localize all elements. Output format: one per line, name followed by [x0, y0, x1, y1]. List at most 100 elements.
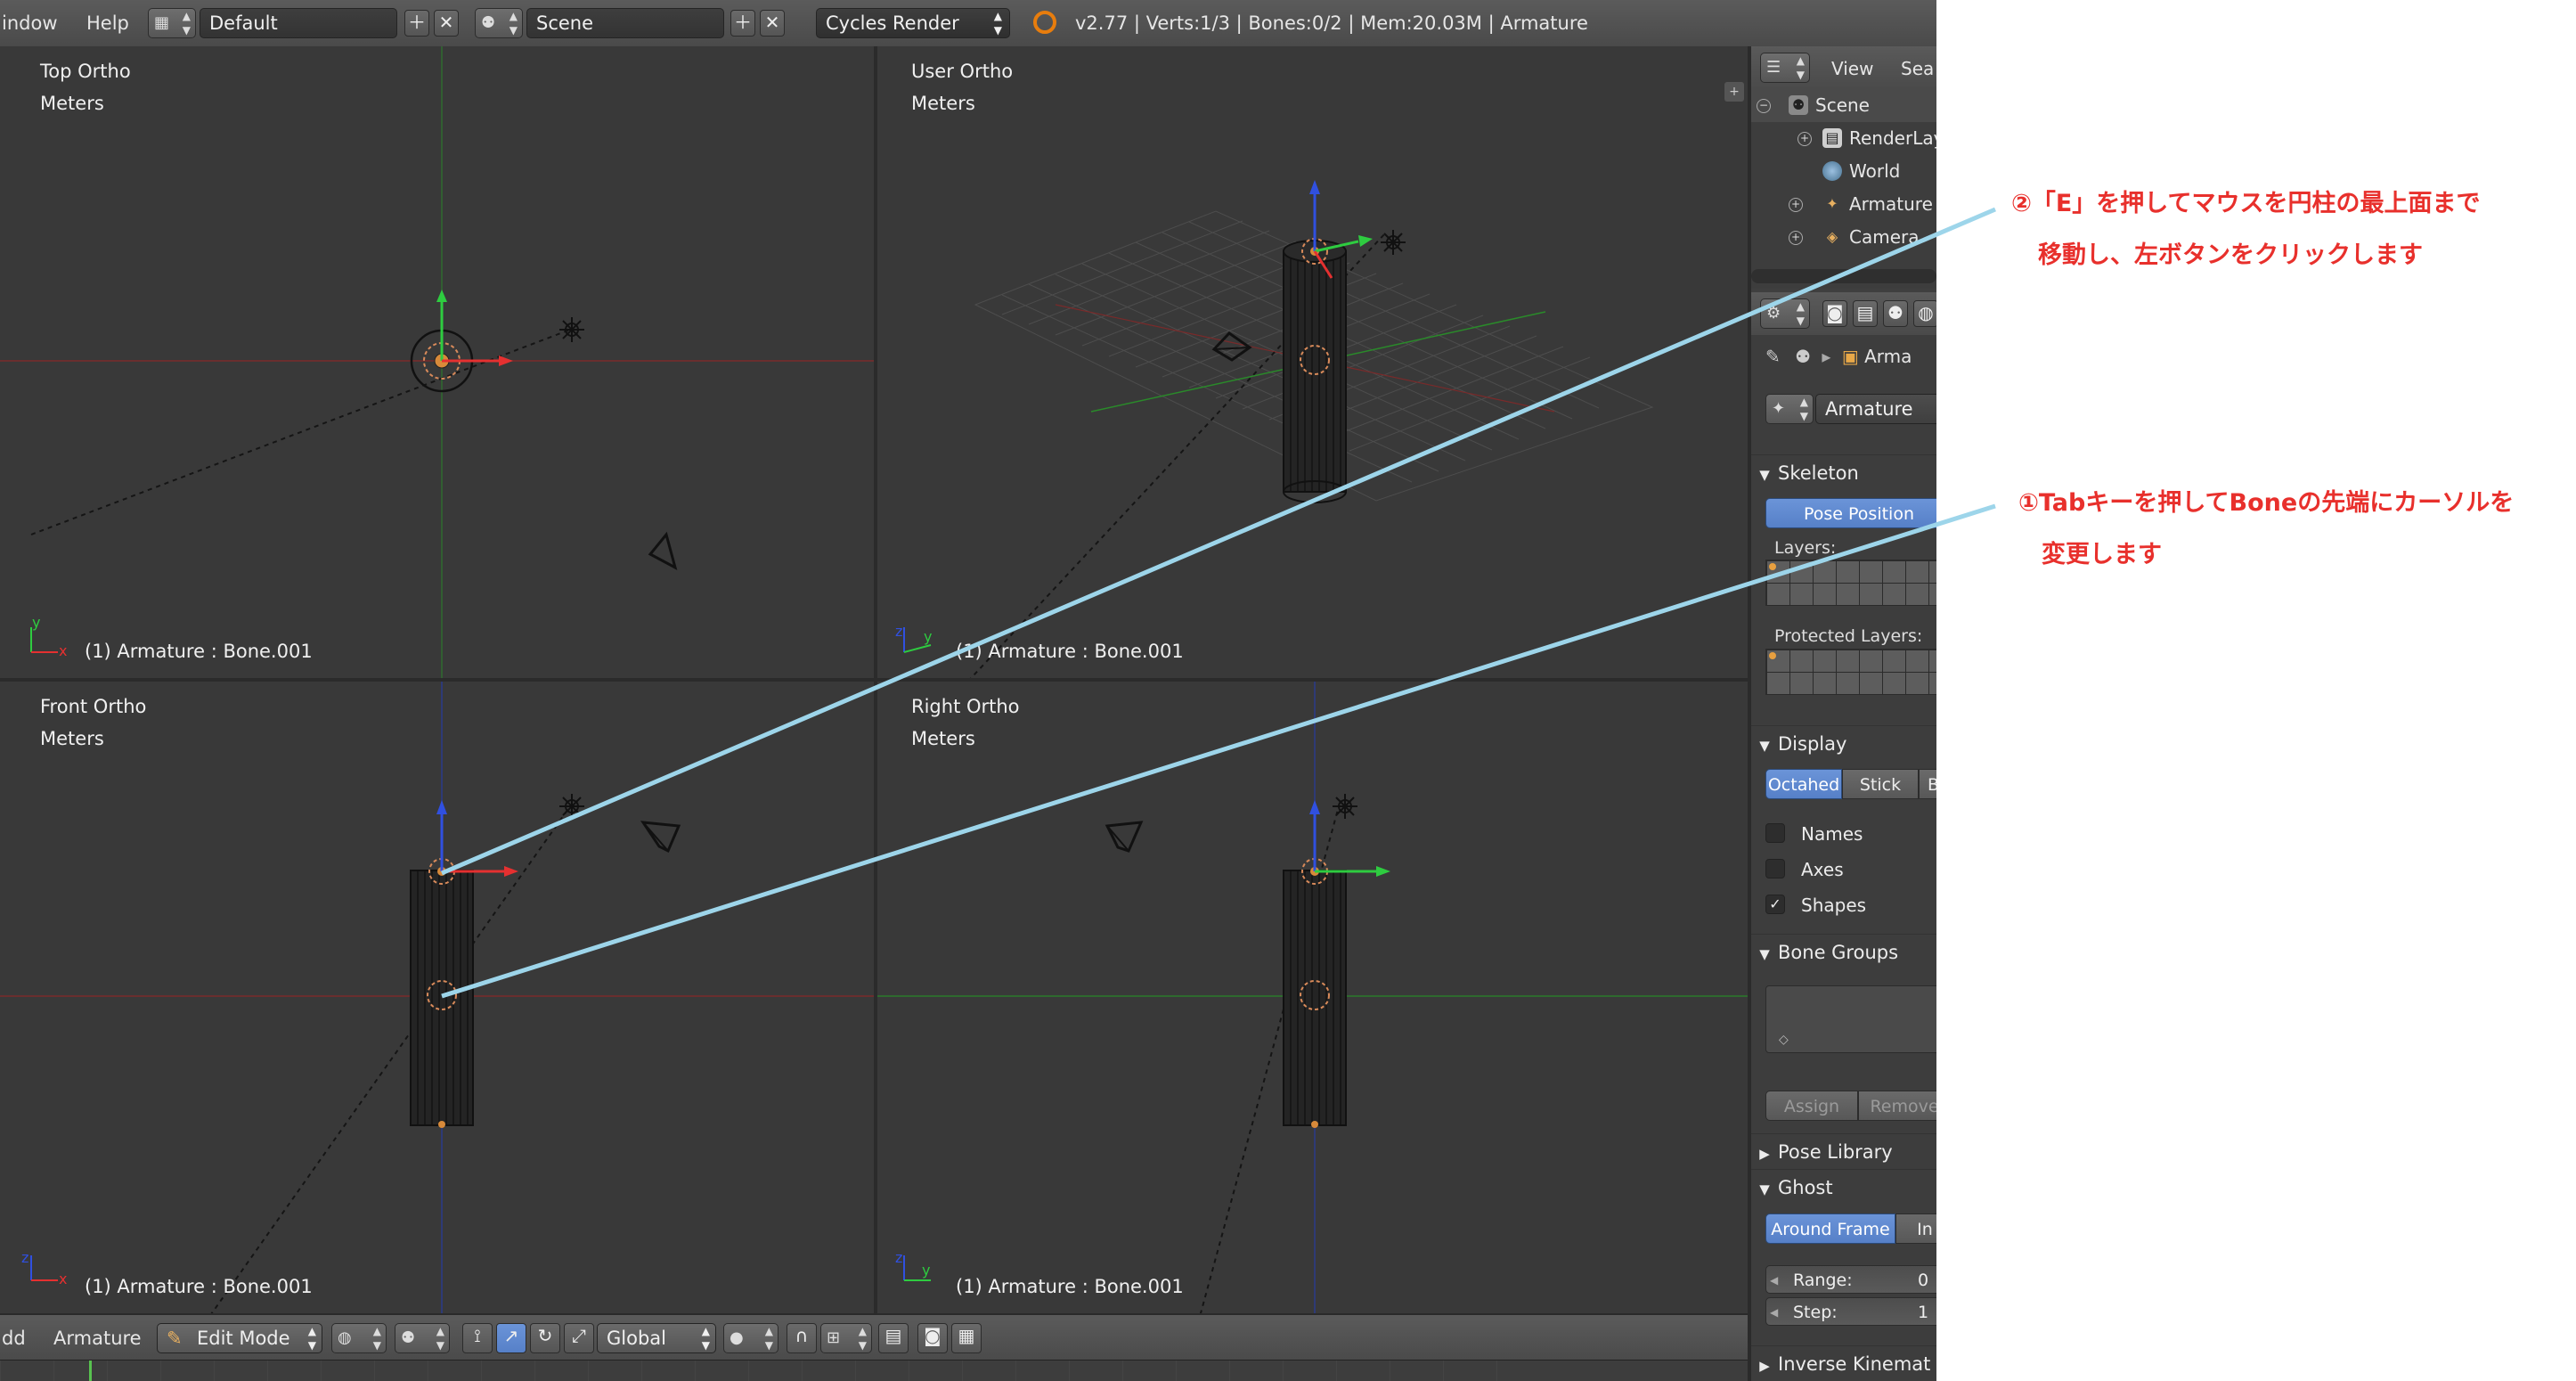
snap-element-select[interactable]: ⊞ ▲ ▼: [820, 1323, 872, 1353]
viewport-right-ortho[interactable]: z y Right Ortho Meters (1) Armature : Bo…: [877, 682, 1748, 1313]
manipulator-toggle-icon[interactable]: ⟟: [462, 1323, 493, 1353]
properties-editor: ⚙ ▲ ▼ ◙ ▤ ⚉ ◍ ✎ ⚉ ▸ ▣ Arma ✦ ▲ ▼ Armature ▼ S…: [1751, 292, 1936, 1381]
protected-layer-dot: [1769, 652, 1776, 659]
pose-position-button[interactable]: Pose Position: [1765, 498, 1936, 528]
pin-icon[interactable]: ✎: [1765, 346, 1781, 367]
delete-layout-button[interactable]: ✕: [434, 10, 459, 37]
armature-data-icon: ✦: [1772, 399, 1786, 418]
shapes-checkbox[interactable]: ✓: [1765, 895, 1785, 914]
renderlayers-tab-icon[interactable]: ▤: [1853, 300, 1878, 327]
panel-pose-library-header[interactable]: ▶ Pose Library: [1751, 1133, 1936, 1170]
user-ortho-scene: z y: [895, 180, 1654, 678]
ghost-range-field[interactable]: ◀ Range: 0: [1765, 1265, 1936, 1294]
active-layer-dot: [1769, 563, 1776, 570]
display-bbone-button[interactable]: B-: [1919, 769, 1936, 799]
expand-icon[interactable]: +: [1789, 231, 1803, 245]
world-tab-icon[interactable]: ◍: [1913, 300, 1936, 327]
render-engine-select[interactable]: Cycles Render ▲ ▼: [816, 8, 1010, 38]
outliner-item-scene[interactable]: − ⚉ Scene: [1751, 89, 1936, 122]
bone-groups-list[interactable]: ◇: [1765, 985, 1936, 1053]
expand-arrow-icon: ▶: [1759, 1146, 1770, 1162]
current-frame-marker[interactable]: [89, 1361, 92, 1381]
ghost-around-frame-button[interactable]: Around Frame: [1765, 1213, 1895, 1244]
viewport-user-ortho[interactable]: z y User Ortho Meters (1) Armature : Bon…: [877, 46, 1748, 678]
datablock-browse[interactable]: ✦ ▲ ▼: [1765, 394, 1814, 424]
breadcrumb: ✎ ⚉ ▸ ▣ Arma: [1765, 346, 1912, 367]
scene-icon: ⚉: [481, 13, 496, 32]
expand-icon[interactable]: +: [1797, 132, 1812, 146]
list-resize-icon[interactable]: ◇: [1779, 1033, 1789, 1047]
protected-layers-grid[interactable]: [1765, 649, 1936, 695]
add-scene-button[interactable]: ＋: [730, 10, 755, 37]
axes-checkbox[interactable]: [1765, 859, 1785, 878]
transform-orientation-select[interactable]: Global ▲ ▼: [597, 1323, 716, 1353]
outliner-item-world[interactable]: World: [1751, 155, 1936, 188]
outliner-item-armature[interactable]: + ✦ Armature: [1751, 188, 1936, 221]
blender-window: indow Help ▦ ▲ ▼ Default ＋ ✕ ⚉ ▲ ▼ Scene ＋ ✕…: [0, 0, 1936, 1381]
decrement-arrow-icon[interactable]: ◀: [1770, 1266, 1778, 1295]
layer-toggle-icon[interactable]: ▤: [878, 1323, 909, 1353]
viewport-split-horizontal[interactable]: [0, 678, 1748, 682]
render-still-icon[interactable]: ◙: [917, 1323, 948, 1353]
outliner-item-renderlayers[interactable]: + ▤ RenderLay: [1751, 122, 1936, 155]
decrement-arrow-icon[interactable]: ◀: [1770, 1298, 1778, 1327]
shapes-label: Shapes: [1801, 895, 1867, 916]
properties-header: ⚙ ▲ ▼ ◙ ▤ ⚉ ◍: [1751, 292, 1936, 335]
expand-icon[interactable]: +: [1789, 198, 1803, 212]
edit-mode-icon: ✎: [167, 1328, 183, 1349]
delete-scene-button[interactable]: ✕: [760, 10, 785, 37]
mode-select[interactable]: ✎ Edit Mode ▲ ▼: [157, 1323, 322, 1353]
assign-button[interactable]: Assign: [1765, 1091, 1858, 1121]
proportional-edit-select[interactable]: ● ▲ ▼: [723, 1323, 779, 1353]
viewport-shading-select[interactable]: ◍ ▲ ▼: [331, 1323, 387, 1353]
scale-manipulator-icon[interactable]: ⤢: [564, 1323, 594, 1353]
display-octahedral-button[interactable]: Octahed: [1765, 769, 1842, 799]
svg-text:z: z: [895, 623, 902, 640]
panel-bone-groups-header[interactable]: ▼ Bone Groups: [1751, 934, 1936, 970]
timeline-strip[interactable]: [0, 1360, 1748, 1381]
remove-button[interactable]: Remove: [1858, 1091, 1936, 1121]
scene-icon: ⚉: [1795, 346, 1812, 367]
scene-field[interactable]: Scene: [526, 8, 724, 38]
scene-tab-icon[interactable]: ⚉: [1883, 300, 1908, 327]
panel-ghost-header[interactable]: ▼ Ghost: [1751, 1169, 1936, 1205]
menu-armature[interactable]: Armature: [53, 1328, 142, 1349]
names-checkbox[interactable]: [1765, 823, 1785, 843]
blender-logo-icon: [1033, 11, 1056, 34]
rotate-manipulator-icon[interactable]: ↻: [530, 1323, 560, 1353]
screen-layout-selector[interactable]: ▦ ▲ ▼: [148, 8, 196, 38]
menu-help[interactable]: Help: [86, 12, 129, 34]
scene-selector[interactable]: ⚉ ▲ ▼: [475, 8, 523, 38]
viewport-top-ortho[interactable]: y x Top Ortho Meters (1) Armature : Bone…: [0, 46, 874, 678]
render-layers-icon: ▤: [1822, 128, 1842, 148]
editor-type-select[interactable]: ⚙ ▲ ▼: [1760, 298, 1810, 329]
layers-grid[interactable]: [1765, 560, 1936, 606]
outliner-scrollbar[interactable]: [1751, 269, 1936, 283]
panel-skeleton-header[interactable]: ▼ Skeleton: [1751, 454, 1936, 491]
outliner-view-menu[interactable]: View: [1831, 58, 1873, 79]
outliner-item-camera[interactable]: + ◈ Camera: [1751, 221, 1936, 254]
panel-display-header[interactable]: ▼ Display: [1751, 725, 1936, 762]
layers-label: Layers:: [1774, 538, 1837, 558]
add-layout-button[interactable]: ＋: [404, 10, 429, 37]
panel-inverse-kinematics-header[interactable]: ▶ Inverse Kinemat: [1751, 1345, 1936, 1381]
toolshelf-expand-icon[interactable]: +: [1724, 82, 1744, 102]
collapse-icon[interactable]: −: [1757, 99, 1771, 113]
datablock-name-field[interactable]: Armature: [1815, 394, 1936, 424]
viewport-front-ortho[interactable]: z x Front Ortho Meters (1) Armature : Bo…: [0, 682, 874, 1313]
menu-window[interactable]: indow: [2, 12, 58, 34]
translate-manipulator-icon[interactable]: ↗: [496, 1323, 526, 1353]
proportional-icon: ●: [730, 1328, 744, 1347]
view-name: Front Ortho: [40, 696, 147, 717]
ghost-step-field[interactable]: ◀ Step: 1: [1765, 1297, 1936, 1326]
menu-add[interactable]: dd: [2, 1328, 26, 1349]
pivot-point-select[interactable]: ⚉ ▲ ▼: [395, 1323, 450, 1353]
outliner-search-menu[interactable]: Sea: [1901, 58, 1934, 79]
snap-toggle-icon[interactable]: ∩: [787, 1323, 817, 1353]
render-animation-icon[interactable]: ▦: [951, 1323, 982, 1353]
editor-type-select[interactable]: ☰ ▲ ▼: [1760, 53, 1810, 83]
ghost-in-range-button[interactable]: In: [1895, 1213, 1936, 1244]
render-tab-icon[interactable]: ◙: [1822, 300, 1847, 327]
screen-layout-field[interactable]: Default: [200, 8, 397, 38]
display-stick-button[interactable]: Stick: [1842, 769, 1919, 799]
